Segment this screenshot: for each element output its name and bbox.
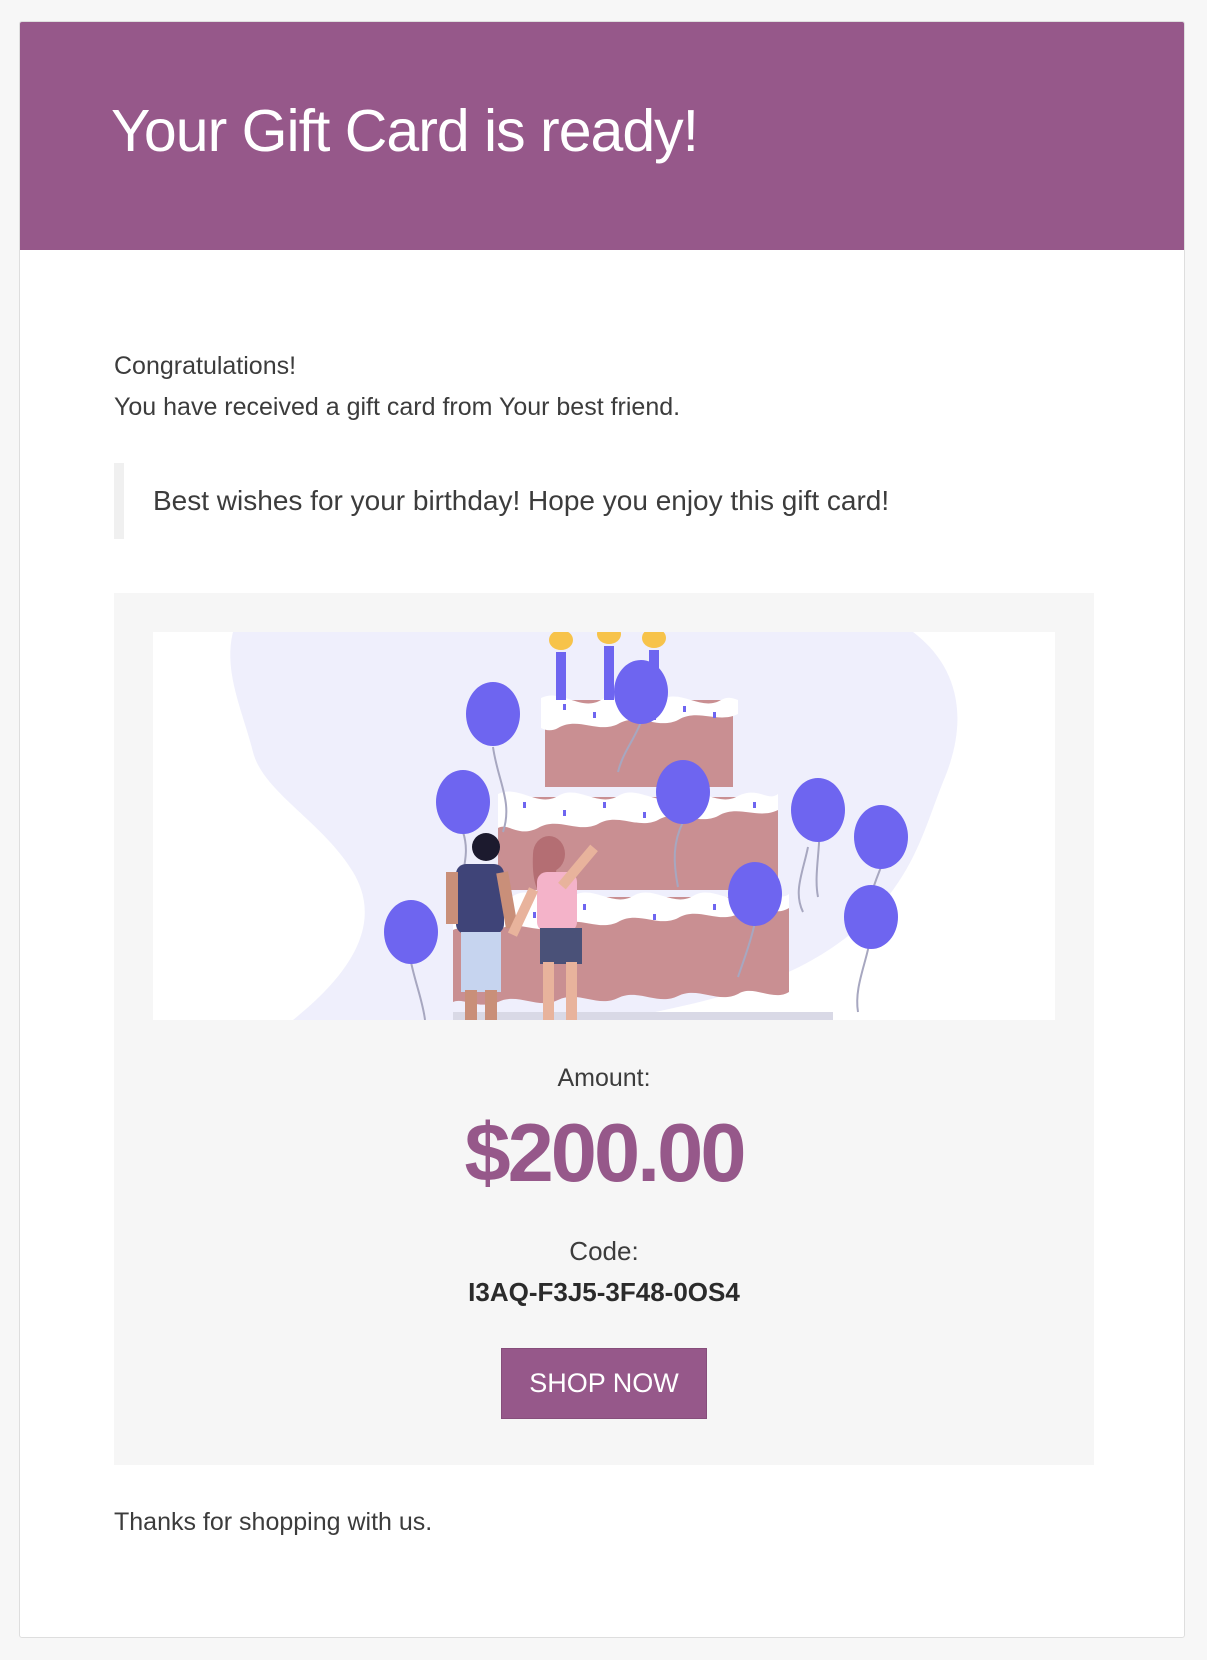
email-header: Your Gift Card is ready! [20,22,1184,250]
amount-label: Amount: [557,1064,651,1092]
birthday-cake-image [230,632,958,1020]
birthday-cake-illustration [153,632,1055,1020]
shop-now-button[interactable]: SHOP NOW [501,1348,707,1419]
received-line: You have received a gift card from Your … [114,393,681,421]
greeting-text: Congratulations! [114,352,297,380]
personal-message-quote: Best wishes for your birthday! Hope you … [114,463,1064,539]
gift-card-code: I3AQ-F3J5-3F48-0OS4 [468,1277,740,1307]
gift-card-panel: Amount: $200.00 Code: I3AQ-F3J5-3F48-0OS… [114,593,1094,1465]
thanks-text: Thanks for shopping with us. [114,1508,433,1536]
email-container: Your Gift Card is ready! Congratulations… [19,21,1185,1638]
amount-value: $200.00 [464,1106,746,1199]
page-title: Your Gift Card is ready! [111,98,699,164]
greeting-block: Congratulations! You have received a gif… [114,346,680,428]
code-label: Code: [569,1236,639,1266]
